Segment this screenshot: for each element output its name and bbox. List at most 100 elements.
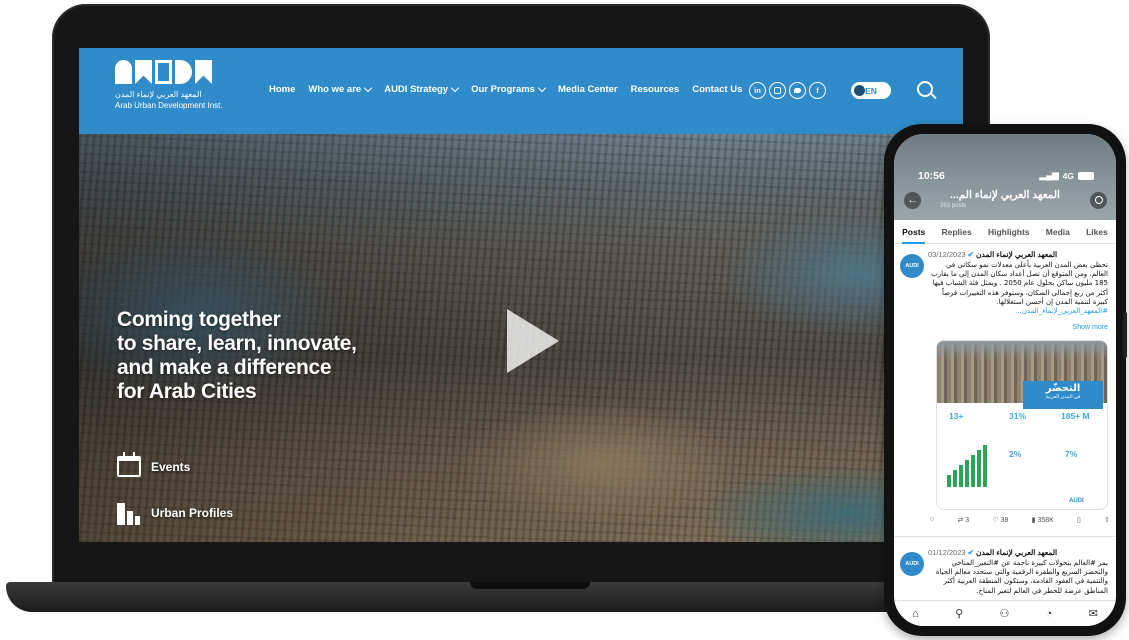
- nav-label: Contact Us: [692, 84, 743, 95]
- logo-mark: [115, 60, 235, 84]
- profile-name: المعهد العربي لإنماء الم...: [950, 189, 1060, 201]
- audi-logo[interactable]: المعهد العربي لإنماء المدن Arab Urban De…: [115, 60, 235, 122]
- urban-profiles-link[interactable]: Urban Profiles: [117, 501, 233, 525]
- stat-value: 2%: [1009, 449, 1022, 459]
- bottom-nav: ⌂ ⚲ ⚇ ◔ ✉: [894, 600, 1116, 626]
- bookmark-icon[interactable]: ▯: [1077, 516, 1081, 524]
- hero-title-line: and make a difference: [117, 356, 332, 379]
- chevron-down-icon: [450, 83, 460, 93]
- tab-likes[interactable]: Likes: [1086, 220, 1108, 244]
- hero-title-line: to share, learn, innovate,: [117, 332, 357, 355]
- avatar[interactable]: AUDI: [900, 254, 924, 278]
- divider: [894, 536, 1116, 537]
- repost-count: 3: [965, 517, 970, 524]
- laptop-notch: [470, 582, 590, 589]
- stat-value: 7%: [1065, 449, 1078, 459]
- nav-label: Media Center: [557, 84, 618, 95]
- urban-profiles-label: Urban Profiles: [151, 506, 234, 520]
- post-date: 03/12/2023: [928, 250, 966, 259]
- post-author[interactable]: المعهد العربي لإنماء المدن: [976, 250, 1057, 259]
- nav-label: AUDI Strategy: [384, 84, 449, 95]
- phone-screen: 10:56 ▂▄▆ 4G ← المعهد العربي لإنماء الم.…: [894, 134, 1116, 626]
- nav-label: Who we are: [308, 84, 362, 95]
- post-hashtag[interactable]: #المعهد_العربي_لإنماء_المدن...: [1015, 307, 1108, 315]
- views-button[interactable]: ▮ 358K: [1032, 516, 1054, 524]
- post-header: المعهد العربي لإنماء المدن ✔ 03/12/2023: [928, 250, 1110, 259]
- nav-our-programs[interactable]: Our Programs: [471, 83, 547, 95]
- nav-label: Resources: [630, 84, 680, 95]
- signal-icon: ▂▄▆: [1039, 170, 1059, 180]
- home-icon[interactable]: ⌂: [912, 608, 919, 620]
- battery-icon: [1078, 171, 1094, 180]
- linkedin-icon[interactable]: in: [749, 82, 766, 99]
- post-text: تحظى بعض المدن العربية بأعلى معدلات نمو …: [928, 261, 1108, 316]
- buildings-icon: [117, 501, 141, 525]
- posts-count: 263 posts: [940, 203, 967, 209]
- phone-side-button: [1123, 312, 1127, 358]
- nav-resources[interactable]: Resources: [631, 84, 680, 95]
- like-button[interactable]: ♡ 38: [992, 516, 1008, 524]
- post-actions: ○ ⇄ 3 ♡ 38 ▮ 358K ▯ ⇧: [930, 516, 1110, 524]
- search-icon[interactable]: ⚲: [955, 607, 963, 620]
- image-banner: التحضّر في المدن العربية: [1023, 381, 1103, 409]
- site-header: المعهد العربي لإنماء المدن Arab Urban De…: [79, 48, 963, 134]
- post-text: يمر #العالم بتحولات كبيرة ناجمة عن #التغ…: [935, 559, 1108, 595]
- nav-audi-strategy[interactable]: AUDI Strategy: [384, 83, 460, 95]
- status-indicators: ▂▄▆ 4G: [1040, 170, 1094, 181]
- play-icon[interactable]: [507, 309, 559, 373]
- logo-english-name: Arab Urban Development Inst.: [115, 101, 223, 110]
- banner-title: التحضّر: [1045, 383, 1081, 394]
- calendar-icon: [117, 452, 141, 477]
- phone-frame: 10:56 ▂▄▆ 4G ← المعهد العربي لإنماء الم.…: [884, 124, 1127, 636]
- events-label: Events: [151, 459, 191, 474]
- nav-who-we-are[interactable]: Who we are: [308, 83, 373, 95]
- hero-title-line: for Arab Cities: [117, 380, 257, 403]
- social-links: in f: [749, 82, 826, 99]
- hero-title-line: Coming together: [117, 308, 281, 331]
- chevron-down-icon: [363, 83, 373, 93]
- back-arrow-icon[interactable]: ←: [904, 192, 921, 209]
- tab-media[interactable]: Media: [1046, 220, 1070, 244]
- profile-header: 10:56 ▂▄▆ 4G ← المعهد العربي لإنماء الم.…: [894, 134, 1116, 220]
- stat-value: 13+: [949, 411, 964, 421]
- tab-posts[interactable]: Posts: [902, 220, 926, 244]
- nav-contact-us[interactable]: Contact Us: [692, 84, 742, 95]
- post-date: 01/12/2023: [928, 548, 966, 557]
- hero-title: Coming together to share, learn, innovat…: [117, 308, 417, 404]
- nav-media-center[interactable]: Media Center: [558, 84, 618, 95]
- twitter-icon[interactable]: [789, 82, 806, 99]
- reply-icon[interactable]: ○: [930, 516, 934, 524]
- network-type: 4G: [1062, 170, 1074, 181]
- stat-value: 31%: [1009, 411, 1027, 421]
- avatar[interactable]: AUDI: [900, 552, 924, 576]
- language-toggle[interactable]: EN: [851, 82, 891, 99]
- laptop-screen: المعهد العربي لإنماء المدن Arab Urban De…: [79, 48, 963, 542]
- post-author[interactable]: المعهد العربي لإنماء المدن: [976, 548, 1057, 557]
- chevron-down-icon: [537, 83, 547, 93]
- device-mockup: المعهد العربي لإنماء المدن Arab Urban De…: [0, 0, 1129, 640]
- verified-icon: ✔: [967, 250, 974, 259]
- post-image[interactable]: التحضّر في المدن العربية 13+ 31% 185+ M …: [936, 340, 1108, 510]
- search-icon[interactable]: [917, 81, 933, 97]
- banner-subtitle: في المدن العربية: [1045, 394, 1081, 400]
- repost-button[interactable]: ⇄ 3: [957, 516, 969, 524]
- stat-value: 185+ M: [1061, 411, 1090, 421]
- notifications-icon[interactable]: ◔: [1046, 608, 1053, 620]
- nav-label: Our Programs: [471, 84, 535, 95]
- profile-tabs: Posts Replies Highlights Media Likes: [894, 220, 1116, 244]
- instagram-icon[interactable]: [769, 82, 786, 99]
- tab-replies[interactable]: Replies: [942, 220, 972, 244]
- events-link[interactable]: Events: [117, 452, 191, 477]
- post-body: تحظى بعض المدن العربية بأعلى معدلات نمو …: [931, 261, 1108, 306]
- communities-icon[interactable]: ⚇: [999, 607, 1009, 620]
- nav-home[interactable]: Home: [269, 84, 295, 95]
- share-icon[interactable]: ⇧: [1104, 516, 1110, 524]
- search-icon[interactable]: [1090, 192, 1107, 209]
- like-count: 38: [1000, 517, 1009, 524]
- bar-graphic: [947, 445, 991, 487]
- views-count: 358K: [1037, 517, 1054, 524]
- tab-highlights[interactable]: Highlights: [988, 220, 1030, 244]
- messages-icon[interactable]: ✉: [1089, 607, 1098, 620]
- facebook-icon[interactable]: f: [809, 82, 826, 99]
- show-more-link[interactable]: Show more: [928, 324, 1108, 331]
